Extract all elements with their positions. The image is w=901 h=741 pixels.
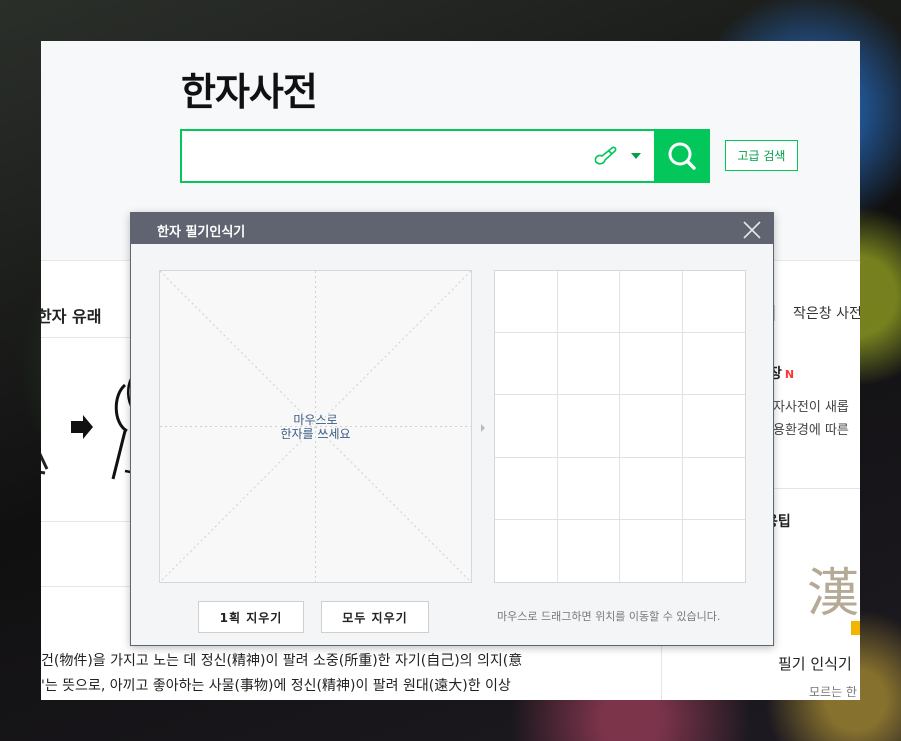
candidate-cell[interactable] — [495, 271, 558, 334]
clear-all-button[interactable]: 모두 지우기 — [321, 601, 429, 633]
notice-line[interactable]: 자사전이 새롭 — [773, 396, 849, 415]
candidate-cell[interactable] — [620, 333, 683, 396]
canvas-hint-line: 마우스로 — [293, 413, 338, 427]
candidate-cell[interactable] — [620, 457, 683, 520]
candidate-cell[interactable] — [495, 333, 558, 396]
section-heading-origin: 한자 유래 — [41, 307, 102, 326]
small-window-dictionary-link[interactable]: 작은창 사전 — [793, 303, 860, 323]
canvas-hint-line: 한자를 쓰세요 — [280, 427, 351, 441]
pen-icon[interactable] — [592, 144, 620, 168]
search-input[interactable] — [182, 131, 582, 181]
candidate-cell[interactable] — [557, 271, 620, 334]
candidate-cell[interactable] — [557, 333, 620, 396]
candidate-cell[interactable] — [682, 271, 745, 334]
text-line: '는 뜻으로, 아끼고 좋아하는 사물(事物)에 정신(精神)이 팔려 원대(遠… — [41, 678, 511, 694]
candidate-cell[interactable] — [620, 519, 683, 582]
magnifier-icon — [668, 142, 696, 170]
candidate-cell[interactable] — [620, 395, 683, 458]
candidate-cell[interactable] — [682, 457, 745, 520]
notice-line[interactable]: 용환경에 따른 — [773, 419, 849, 438]
candidate-cell[interactable] — [495, 457, 558, 520]
new-badge: N — [784, 368, 795, 381]
candidate-cell[interactable] — [682, 333, 745, 396]
page-title[interactable]: 한자사전 — [181, 61, 318, 116]
candidate-cell[interactable] — [557, 519, 620, 582]
arrow-right-icon — [71, 415, 93, 439]
handwriting-subcaption: 모르는 한 — [809, 685, 857, 699]
candidate-cell[interactable] — [620, 271, 683, 334]
candidate-cell[interactable] — [495, 395, 558, 458]
glyph-accent — [851, 621, 860, 635]
hanja-glyph-image[interactable]: 漢 — [807, 551, 859, 626]
candidate-cell[interactable] — [682, 395, 745, 458]
tab-separator — [774, 305, 775, 321]
hanja-meaning-text: 건(物件)을 가지고 노는 데 정신(精神)이 팔려 소중(所重)한 자기(自己… — [41, 649, 641, 699]
dialog-title: 한자 필기인식기 — [157, 225, 246, 240]
chevron-right-icon — [481, 424, 485, 432]
handwriting-caption[interactable]: 필기 인식기 — [778, 653, 852, 674]
clear-one-stroke-button[interactable]: 1획 지우기 — [198, 601, 304, 633]
handwriting-recognizer-dialog: 한자 필기인식기 마우스로 한자를 쓰세요 1획 지우기 모두 지우기 마우스로… — [130, 212, 774, 646]
drag-hint: 마우스로 드래그하면 위치를 이동할 수 있습니다. — [497, 610, 721, 623]
candidate-grid — [494, 270, 746, 583]
search-button[interactable] — [654, 129, 710, 183]
handwriting-canvas[interactable]: 마우스로 한자를 쓰세요 — [159, 270, 472, 583]
candidate-cell[interactable] — [495, 519, 558, 582]
dialog-titlebar[interactable]: 한자 필기인식기 — [131, 213, 773, 244]
candidate-cell[interactable] — [557, 395, 620, 458]
candidate-cell[interactable] — [557, 457, 620, 520]
text-line: 건(物件)을 가지고 노는 데 정신(精神)이 팔려 소중(所重)한 자기(自己… — [41, 653, 523, 669]
caret-down-icon[interactable] — [631, 153, 641, 159]
close-icon[interactable] — [743, 221, 761, 239]
candidate-cell[interactable] — [682, 519, 745, 582]
canvas-hint: 마우스로 한자를 쓰세요 — [160, 413, 471, 441]
search-box — [180, 129, 710, 183]
advanced-search-button[interactable]: 고급 검색 — [725, 140, 798, 171]
